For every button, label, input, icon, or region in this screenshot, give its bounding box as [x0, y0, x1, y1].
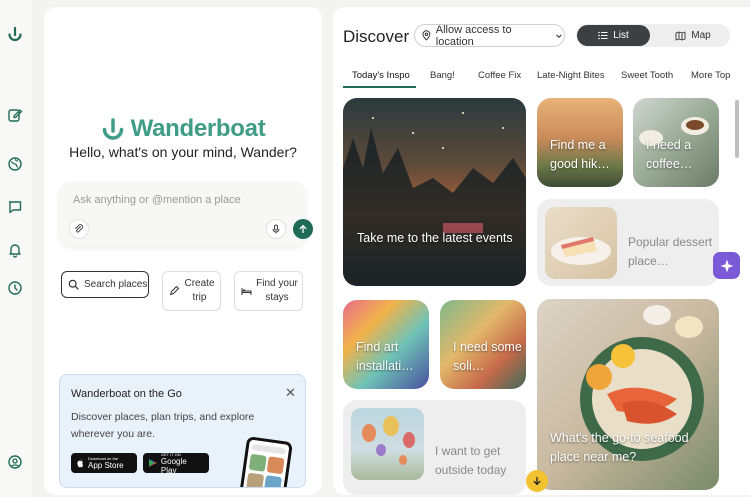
find-stays-label: Find your stays	[256, 278, 298, 303]
discover-title: Discover	[343, 27, 410, 46]
brand-logo: Wanderboat	[44, 115, 322, 143]
card-outside-text: I want to get outside today	[435, 444, 507, 477]
user-settings-icon[interactable]	[5, 452, 25, 472]
arrow-up-icon	[299, 224, 307, 234]
card-dessert[interactable]: Popular dessert place…	[537, 199, 719, 286]
allow-location-button[interactable]: Allow access to location	[414, 23, 565, 48]
logo-icon[interactable]	[5, 24, 25, 44]
tab-sweet-tooth[interactable]: Sweet Tooth	[621, 70, 673, 81]
icon-rail	[0, 0, 32, 497]
list-view-button[interactable]: List	[577, 25, 650, 46]
balloons-image	[351, 408, 424, 480]
sparkle-icon	[720, 259, 733, 272]
wanderboat-logo-icon	[102, 118, 123, 140]
app-store-button[interactable]: Download on the App Store	[71, 453, 137, 473]
create-trip-button[interactable]: Create trip	[162, 271, 221, 311]
map-view-label: Map	[691, 30, 711, 41]
card-latest-events[interactable]: Take me to the latest events	[343, 98, 526, 286]
ask-input-placeholder: Ask anything or @mention a place	[73, 194, 241, 206]
card-hike[interactable]: Find me a good hik…	[537, 98, 623, 187]
card-latest-events-text: Take me to the latest events	[357, 231, 513, 245]
dessert-image	[545, 207, 617, 279]
chat-icon[interactable]	[5, 197, 25, 217]
promo-title: Wanderboat on the Go	[71, 388, 182, 400]
card-seafood-text: What's the go-to seafood place near me?	[550, 431, 689, 464]
greeting-text: Hello, what's on your mind, Wander?	[69, 144, 297, 160]
ask-input[interactable]: Ask anything or @mention a place	[59, 182, 313, 246]
create-trip-label: Create trip	[184, 278, 215, 303]
tab-more-top[interactable]: More Top	[691, 70, 730, 81]
app-promo-card: Wanderboat on the Go ✕ Discover places, …	[59, 374, 306, 488]
search-places-button[interactable]: Search places	[61, 271, 149, 298]
brand-name: Wanderboat	[130, 115, 266, 142]
card-coffee[interactable]: I need a coffee…	[633, 98, 719, 187]
card-solo-text: I need some soli…	[453, 340, 522, 373]
apple-icon	[77, 459, 84, 468]
bell-icon[interactable]	[5, 240, 25, 260]
tab-todays-inspo[interactable]: Today's Inspo	[343, 70, 416, 88]
location-pin-icon	[422, 30, 431, 41]
allow-location-label: Allow access to location	[435, 23, 512, 48]
history-icon[interactable]	[5, 278, 25, 298]
tab-coffee-fix[interactable]: Coffee Fix	[478, 70, 521, 81]
card-seafood[interactable]: What's the go-to seafood place near me?	[537, 299, 719, 490]
assistant-fab-button[interactable]	[713, 252, 740, 279]
bed-icon	[241, 288, 252, 295]
app-store-label: App Store	[88, 461, 124, 470]
google-play-button[interactable]: GET IT ON Google Play	[143, 452, 209, 475]
find-stays-button[interactable]: Find your stays	[234, 271, 303, 311]
microphone-icon[interactable]	[266, 219, 286, 239]
event-crowd-image	[343, 112, 526, 286]
edit-icon[interactable]	[5, 105, 25, 125]
google-play-icon	[148, 459, 157, 467]
tab-late-night-bites[interactable]: Late-Night Bites	[537, 70, 605, 81]
map-view-button[interactable]: Map	[658, 25, 728, 46]
send-button[interactable]	[293, 219, 313, 239]
close-icon[interactable]: ✕	[285, 385, 296, 401]
chat-panel: Wanderboat Hello, what's on your mind, W…	[44, 7, 322, 495]
discover-panel: Discover Allow access to location List M…	[333, 7, 750, 495]
promo-description: Discover places, plan trips, and explore…	[71, 411, 255, 440]
card-solo[interactable]: I need some soli…	[440, 300, 526, 389]
scroll-down-button[interactable]	[526, 470, 548, 492]
search-icon	[68, 279, 79, 290]
google-play-label: Google Play	[160, 456, 187, 475]
card-dessert-text: Popular dessert place…	[628, 235, 713, 268]
globe-icon[interactable]	[5, 154, 25, 174]
discover-scrollbar[interactable]	[735, 100, 739, 158]
chevron-down-icon	[556, 33, 562, 38]
phone-illustration	[239, 436, 293, 487]
attach-icon[interactable]	[69, 219, 89, 239]
tab-bang[interactable]: Bang!	[430, 70, 455, 81]
card-art[interactable]: Find art installati…	[343, 300, 429, 389]
search-places-label: Search places	[84, 279, 148, 290]
map-icon	[675, 31, 686, 40]
list-view-label: List	[613, 30, 629, 41]
arrow-down-icon	[533, 476, 541, 486]
list-icon	[598, 31, 608, 40]
card-coffee-text: I need a coffee…	[646, 138, 693, 171]
card-hike-text: Find me a good hik…	[550, 138, 610, 171]
edit-icon	[170, 286, 179, 295]
category-tabs: Today's Inspo Bang! Coffee Fix Late-Nigh…	[333, 64, 750, 88]
view-toggle: List Map	[576, 24, 730, 47]
card-outside[interactable]: I want to get outside today	[343, 400, 526, 495]
card-art-text: Find art installati…	[356, 340, 414, 373]
